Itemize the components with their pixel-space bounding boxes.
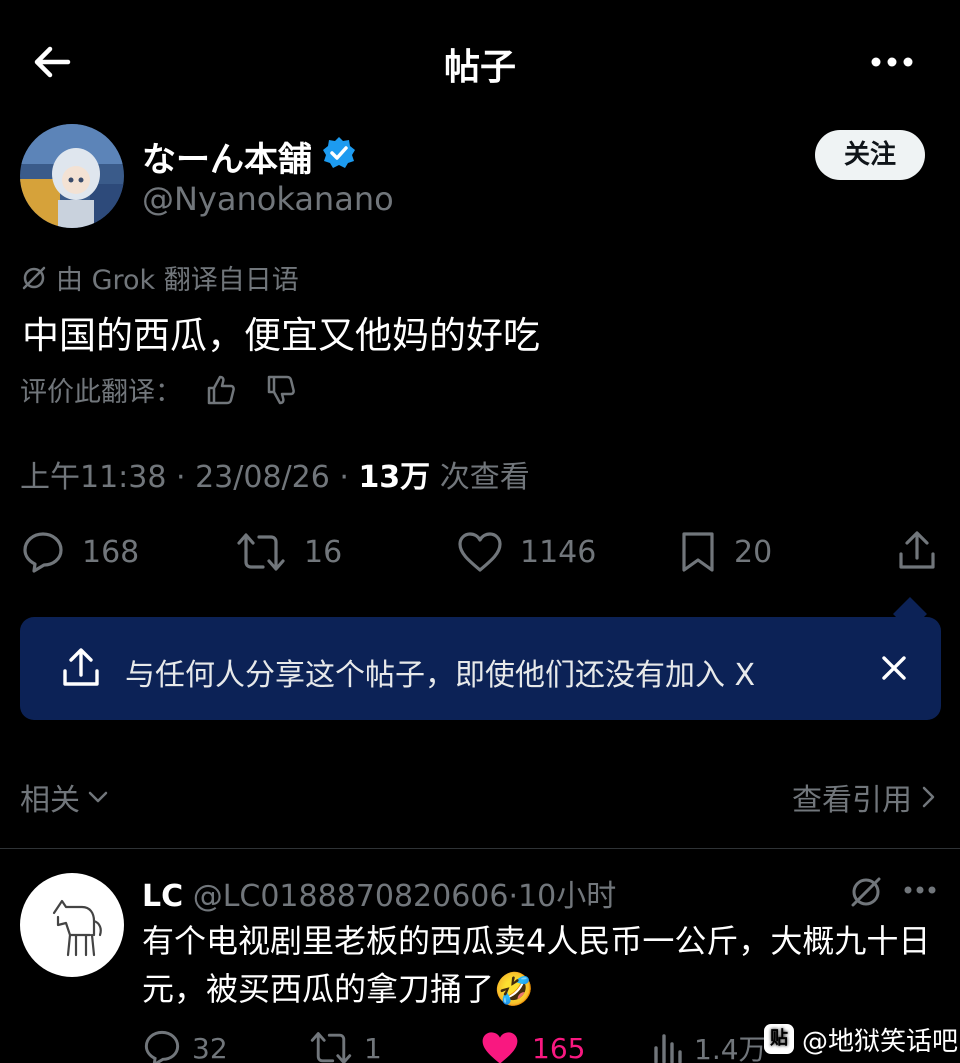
view-count: 13万 <box>358 460 431 495</box>
author-handle[interactable]: @Nyanokanano <box>142 180 394 218</box>
reply-reply-count: 32 <box>192 1031 228 1063</box>
related-dropdown[interactable]: 相关 <box>20 775 110 819</box>
section-divider <box>0 848 960 849</box>
reply-time: 10小时 <box>518 879 617 914</box>
reply-icon <box>23 532 63 573</box>
page-title: 帖子 <box>443 47 516 88</box>
heart-filled-icon <box>482 1032 518 1063</box>
thumbs-down-icon[interactable] <box>264 373 298 407</box>
reply-reply-action[interactable]: 32 <box>142 1028 228 1063</box>
translation-source-note: 由 Grok 翻译自日语 <box>20 258 299 297</box>
reply-like-action[interactable]: 165 <box>478 1028 585 1063</box>
repost-icon <box>310 1032 352 1063</box>
verified-badge-icon <box>323 137 355 168</box>
reply-views[interactable]: 1.4万 <box>650 1028 767 1063</box>
author-avatar[interactable] <box>20 124 124 228</box>
chevron-down-icon <box>88 791 108 803</box>
reply-action[interactable]: 168 <box>20 528 139 576</box>
heart-icon <box>458 532 502 572</box>
view-quotes-link[interactable]: 查看引用 <box>792 775 938 819</box>
share-banner-text[interactable]: 与任何人分享这个帖子，即使他们还没有加入 X <box>125 650 755 694</box>
reply-author-handle[interactable]: @LC0188870820606 <box>193 879 509 914</box>
thumbs-up-icon[interactable] <box>204 373 238 407</box>
reply-author-name[interactable]: LC <box>142 879 183 914</box>
reply-repost-action[interactable]: 1 <box>308 1028 382 1063</box>
watermark-logo: 贴 <box>764 1024 794 1054</box>
reply-more-icon[interactable] <box>900 880 940 900</box>
related-label: 相关 <box>20 783 80 818</box>
follow-button[interactable]: 关注 <box>815 130 925 180</box>
more-options-icon[interactable] <box>866 44 918 80</box>
view-count-suffix: 次查看 <box>430 460 530 495</box>
post-date: 23/08/26 <box>195 460 330 495</box>
reply-like-count: 165 <box>532 1031 586 1063</box>
like-action[interactable]: 1146 <box>456 528 596 576</box>
like-count: 1146 <box>520 534 597 570</box>
repost-count: 16 <box>304 534 343 570</box>
meta-separator: · <box>329 460 359 495</box>
repost-action[interactable]: 16 <box>234 528 342 576</box>
share-icon[interactable] <box>58 645 104 691</box>
watermark-text: @地狱笑话吧 <box>802 1026 959 1057</box>
post-text: 中国的西瓜，便宜又他妈的好吃 <box>22 314 540 357</box>
translate-icon[interactable] <box>848 874 884 910</box>
post-meta: 上午11:38 · 23/08/26 · 13万 次查看 <box>20 452 530 496</box>
reply-header: LC @LC0188870820606·10小时 <box>142 871 616 915</box>
post-time: 上午11:38 <box>20 460 167 495</box>
reply-repost-count: 1 <box>364 1031 382 1063</box>
reply-icon <box>144 1030 180 1063</box>
translation-source-text: 由 Grok 翻译自日语 <box>56 265 299 296</box>
share-icon[interactable] <box>894 528 940 574</box>
reply-separator: · <box>508 879 519 914</box>
bookmark-action[interactable]: 20 <box>678 528 772 576</box>
rate-translation-label: 评价此翻译： <box>20 377 182 408</box>
reply-count: 168 <box>82 534 140 570</box>
rate-translation-row: 评价此翻译： <box>20 370 298 409</box>
chevron-right-icon <box>922 786 935 808</box>
view-quotes-label: 查看引用 <box>792 783 912 818</box>
meta-separator: · <box>166 460 196 495</box>
translate-icon <box>22 266 46 289</box>
reply-text: 有个电视剧里老板的西瓜卖4人民币一公斤，大概九十日元，被买西瓜的拿刀捅了🤣 <box>142 922 931 1008</box>
reply-view-count: 1.4万 <box>694 1033 767 1063</box>
close-icon[interactable] <box>876 650 912 686</box>
bookmark-icon <box>682 532 714 572</box>
author-display-name[interactable]: なーん本舗 <box>142 132 312 181</box>
reply-author-avatar[interactable] <box>20 873 124 977</box>
horse-icon <box>52 899 102 957</box>
repost-icon <box>237 533 285 571</box>
watermark: 贴 @地狱笑话吧 <box>764 1022 959 1057</box>
views-chart-icon <box>654 1034 682 1063</box>
bookmark-count: 20 <box>734 534 773 570</box>
